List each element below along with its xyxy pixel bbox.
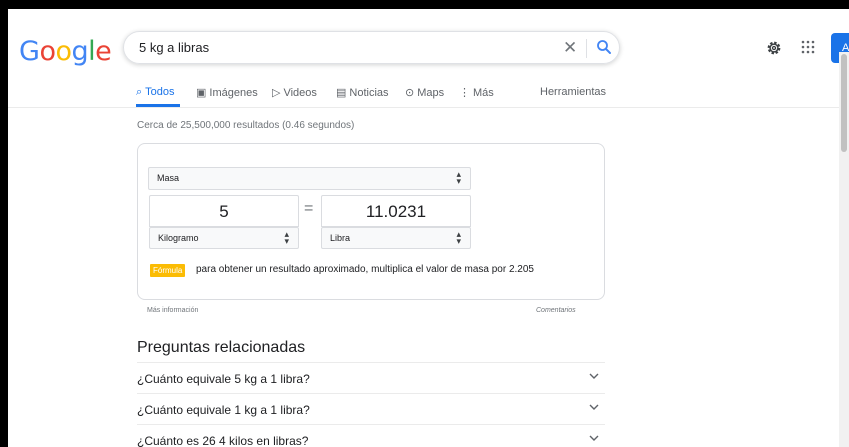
related-questions-title: Preguntas relacionadas	[137, 339, 306, 356]
news-icon: ▤	[336, 87, 347, 99]
tab-maps[interactable]: ⊙ Maps	[405, 86, 444, 99]
category-select-value: Masa	[157, 173, 180, 183]
related-question-text: ¿Cuánto equivale 5 kg a 1 libra?	[137, 372, 310, 386]
category-select[interactable]: Masa ▴ ▾	[148, 167, 471, 190]
tab-todos[interactable]: ⌕ Todos	[136, 86, 175, 99]
select-arrows-icon: ▴ ▾	[284, 229, 289, 246]
apps-grid-icon[interactable]	[801, 40, 815, 54]
search-icon[interactable]	[595, 38, 613, 56]
to-unit-value: Libra	[330, 233, 351, 243]
formula-badge: Fórmula	[150, 264, 186, 277]
tab-label: Más	[473, 87, 494, 99]
tab-label: Videos	[283, 87, 317, 99]
tab-videos[interactable]: ▷ Videos	[272, 86, 317, 99]
tab-label: Imágenes	[209, 87, 258, 99]
chevron-down-icon	[589, 435, 599, 441]
tab-label: Noticias	[349, 87, 389, 99]
search-input[interactable]: 5 kg a libras	[139, 40, 209, 55]
logo-letter: G	[19, 36, 40, 67]
logo-letter: o	[55, 36, 72, 67]
to-value-input[interactable]: 11.0231	[321, 195, 471, 227]
tab-mas[interactable]: ⋮ Más	[459, 86, 494, 99]
from-unit-value: Kilogramo	[158, 233, 199, 243]
logo-letter: e	[95, 36, 112, 67]
from-value-input[interactable]: 5	[149, 195, 299, 227]
tab-label: Todos	[145, 86, 175, 98]
gear-icon[interactable]	[765, 39, 783, 57]
tab-label: Maps	[417, 87, 445, 99]
image-icon: ▣	[196, 87, 207, 99]
to-unit-select[interactable]: Libra ▴ ▾	[321, 227, 471, 249]
logo-letter: g	[71, 36, 89, 67]
search-divider	[586, 39, 587, 58]
browser-viewport: Google 5 kg a libras ✕ A ⌕ Todos ▣ Imágene…	[8, 9, 849, 447]
video-icon: ▷	[272, 87, 281, 99]
from-unit-select[interactable]: Kilogramo ▴ ▾	[149, 227, 299, 249]
chevron-down-icon	[589, 373, 599, 379]
search-icon: ⌕	[136, 86, 143, 98]
tab-imagenes[interactable]: ▣ Imágenes	[196, 86, 258, 99]
result-stats: Cerca de 25,500,000 resultados (0.46 seg…	[137, 120, 355, 131]
chevron-down-icon	[589, 404, 599, 410]
google-logo[interactable]: Google	[19, 36, 112, 67]
related-question-text: ¿Cuánto equivale 1 kg a 1 libra?	[137, 403, 310, 417]
header-divider	[8, 107, 849, 108]
select-arrows-icon: ▴ ▾	[456, 229, 461, 246]
clear-icon[interactable]: ✕	[563, 38, 577, 58]
feedback-link[interactable]: Comentarios	[536, 307, 576, 314]
search-box[interactable]: 5 kg a libras ✕	[123, 31, 620, 64]
related-question-row[interactable]: ¿Cuánto es 26 4 kilos en libras?	[137, 424, 605, 447]
related-question-row[interactable]: ¿Cuánto equivale 1 kg a 1 libra?	[137, 393, 605, 424]
related-question-row[interactable]: ¿Cuánto equivale 5 kg a 1 libra?	[137, 362, 605, 393]
scrollbar-thumb[interactable]	[841, 54, 847, 152]
tools-button[interactable]: Herramientas	[540, 86, 606, 98]
search-tabs: ⌕ Todos ▣ Imágenes ▷ Videos ▤ Noticias ⊙ Maps…	[136, 86, 606, 106]
more-vert-icon: ⋮	[459, 87, 470, 99]
more-info-link[interactable]: Más información	[147, 307, 198, 314]
map-pin-icon: ⊙	[405, 87, 415, 99]
equals-sign: =	[304, 200, 314, 217]
select-arrows-icon: ▴ ▾	[456, 169, 461, 186]
tab-noticias[interactable]: ▤ Noticias	[336, 86, 389, 99]
formula-text: para obtener un resultado aproximado, mu…	[196, 264, 534, 275]
related-question-text: ¿Cuánto es 26 4 kilos en libras?	[137, 434, 309, 447]
logo-letter: o	[39, 36, 56, 67]
